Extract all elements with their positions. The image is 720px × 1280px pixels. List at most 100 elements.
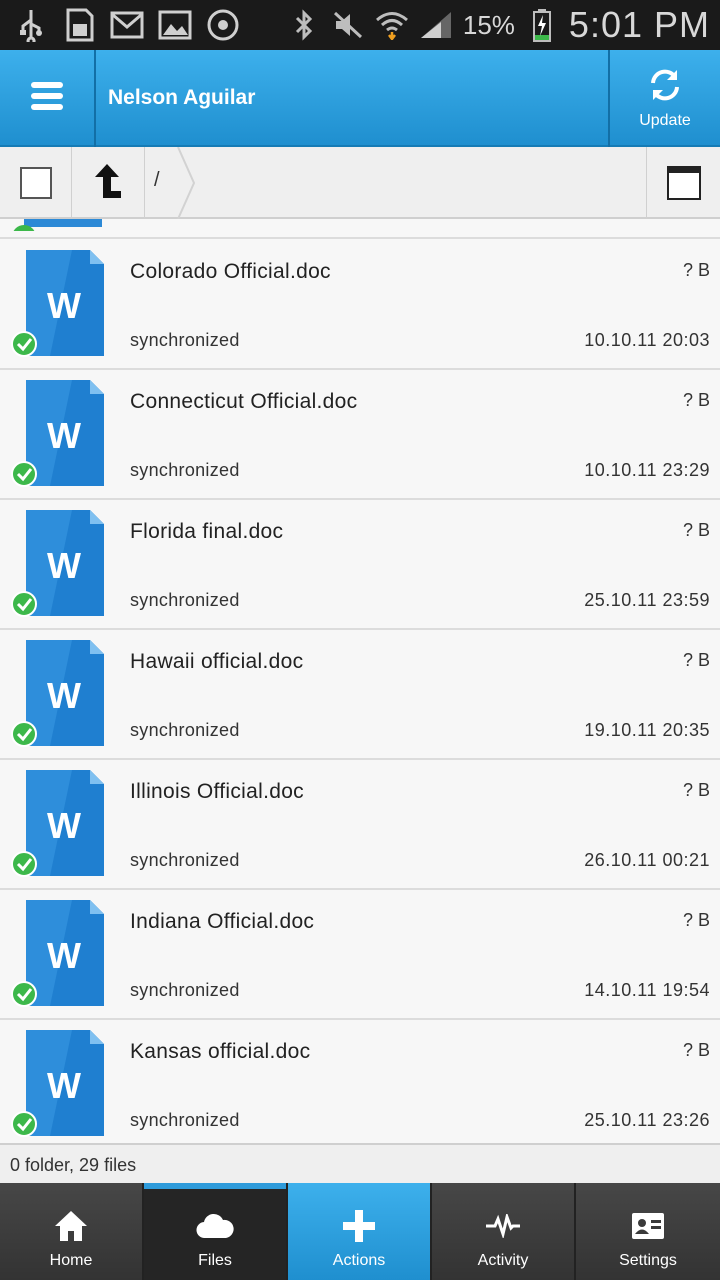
- action-bar: Nelson Aguilar Update: [0, 50, 720, 147]
- battery-percent: 15%: [462, 9, 515, 40]
- clock: 5:01 PM: [568, 4, 710, 45]
- word-doc-icon: [13, 219, 102, 231]
- word-doc-icon: W: [10, 248, 106, 360]
- file-size: ? B: [682, 520, 710, 540]
- sync-status: synchronized: [130, 720, 240, 740]
- sync-status: synchronized: [130, 850, 240, 870]
- account-title: Nelson Aguilar: [108, 86, 256, 109]
- file-row[interactable]: W Indiana Official.doc ? B synchronized 14.1…: [0, 890, 720, 1020]
- sync-status: synchronized: [130, 980, 240, 1000]
- file-rows: W Colorado Official.doc ? B synchronized 10.…: [0, 240, 720, 1143]
- word-doc-icon: W: [10, 378, 106, 490]
- file-date: 14.10.11 19:54: [584, 980, 710, 1000]
- svg-text:W: W: [47, 1065, 81, 1106]
- file-date: 19.10.11 20:35: [584, 720, 710, 740]
- file-name: Colorado Official.doc: [130, 260, 331, 283]
- file-name: Connecticut Official.doc: [130, 390, 358, 413]
- nav-home[interactable]: Home: [0, 1183, 144, 1280]
- mute-icon: [331, 8, 365, 42]
- sync-status: synchronized: [130, 1110, 240, 1130]
- file-name: Florida final.doc: [130, 520, 284, 543]
- word-doc-icon: W: [10, 508, 106, 620]
- status-bar-left: [14, 6, 254, 44]
- plus-icon: [339, 1206, 379, 1246]
- refresh-icon: [647, 67, 683, 108]
- sync-status: synchronized: [130, 460, 240, 480]
- file-row[interactable]: W Kansas official.doc ? B synchronized 25.10…: [0, 1020, 720, 1143]
- file-size: ? B: [682, 1040, 710, 1060]
- sd-card-icon: [62, 8, 96, 42]
- cloud-icon: [195, 1206, 235, 1246]
- file-size: ? B: [682, 390, 710, 410]
- svg-text:W: W: [47, 805, 81, 846]
- file-list[interactable]: W Colorado Official.doc ? B synchronized 10.…: [0, 219, 720, 1143]
- battery-charging-icon: [525, 8, 559, 42]
- file-size: ? B: [682, 780, 710, 800]
- file-size: ? B: [682, 260, 710, 280]
- file-row[interactable]: W Connecticut Official.doc ? B synchronized…: [0, 370, 720, 500]
- bluetooth-icon: [287, 8, 321, 42]
- file-row[interactable]: W Illinois Official.doc ? B synchronized 26.…: [0, 760, 720, 890]
- file-name: Hawaii official.doc: [130, 650, 304, 673]
- bottom-navigation: Home Files Actions Activity Settings: [0, 1183, 720, 1280]
- arrow-up-icon: [93, 162, 125, 205]
- sync-circle-icon: [206, 8, 240, 42]
- file-date: 26.10.11 00:21: [584, 850, 710, 870]
- svg-text:W: W: [47, 415, 81, 456]
- file-date: 25.10.11 23:59: [584, 590, 710, 610]
- gmail-icon: [110, 8, 144, 42]
- menu-button[interactable]: [0, 50, 96, 147]
- nav-label: Settings: [619, 1252, 677, 1269]
- sync-status: synchronized: [130, 590, 240, 610]
- file-row[interactable]: W Florida final.doc ? B synchronized 25.10.1…: [0, 500, 720, 630]
- hamburger-icon: [30, 80, 64, 117]
- file-size: ? B: [682, 650, 710, 670]
- svg-text:W: W: [47, 675, 81, 716]
- svg-text:W: W: [47, 545, 81, 586]
- svg-text:W: W: [47, 285, 81, 326]
- update-label: Update: [639, 112, 691, 129]
- select-all-cell[interactable]: [0, 147, 72, 219]
- wifi-icon: [375, 8, 409, 42]
- nav-label: Home: [49, 1252, 93, 1269]
- file-name: Kansas official.doc: [130, 1040, 311, 1063]
- word-doc-icon: W: [10, 1028, 106, 1140]
- usb-icon: [14, 8, 48, 42]
- gallery-icon: [158, 8, 192, 42]
- pulse-icon: [483, 1206, 523, 1246]
- nav-label: Actions: [332, 1252, 386, 1269]
- status-bar-right: 15% 5:01 PM: [277, 0, 710, 50]
- sync-status: synchronized: [130, 330, 240, 350]
- file-name: Indiana Official.doc: [130, 910, 315, 933]
- word-doc-icon: W: [10, 898, 106, 1010]
- file-date: 10.10.11 23:29: [584, 460, 710, 480]
- status-bar: 15% 5:01 PM: [0, 0, 720, 50]
- file-date: 10.10.11 20:03: [584, 330, 710, 350]
- nav-actions[interactable]: Actions: [288, 1183, 432, 1280]
- file-date: 25.10.11 23:26: [584, 1110, 710, 1130]
- id-card-icon: [628, 1206, 668, 1246]
- word-doc-icon: W: [10, 768, 106, 880]
- parent-folder-button[interactable]: [73, 147, 145, 219]
- nav-label: Activity: [477, 1252, 529, 1269]
- file-count-summary: 0 folder, 29 files: [0, 1143, 720, 1183]
- breadcrumb-chevron-icon: [176, 146, 198, 224]
- file-name: Illinois Official.doc: [130, 780, 304, 803]
- nav-label: Files: [198, 1252, 232, 1269]
- current-path[interactable]: /: [154, 169, 160, 192]
- home-icon: [51, 1206, 91, 1246]
- window-icon: [666, 166, 701, 200]
- signal-icon: [419, 8, 453, 42]
- window-toggle-button[interactable]: [646, 147, 720, 219]
- word-doc-icon: W: [10, 638, 106, 750]
- partial-list-item[interactable]: [0, 219, 720, 239]
- file-size: ? B: [682, 910, 710, 930]
- svg-text:W: W: [47, 935, 81, 976]
- file-row[interactable]: W Colorado Official.doc ? B synchronized 10.…: [0, 240, 720, 370]
- nav-activity[interactable]: Activity: [432, 1183, 576, 1280]
- update-button[interactable]: Update: [608, 50, 720, 147]
- nav-settings[interactable]: Settings: [576, 1183, 720, 1280]
- select-all-checkbox[interactable]: [19, 167, 52, 199]
- file-row[interactable]: W Hawaii official.doc ? B synchronized 19.10…: [0, 630, 720, 760]
- nav-files[interactable]: Files: [144, 1183, 288, 1280]
